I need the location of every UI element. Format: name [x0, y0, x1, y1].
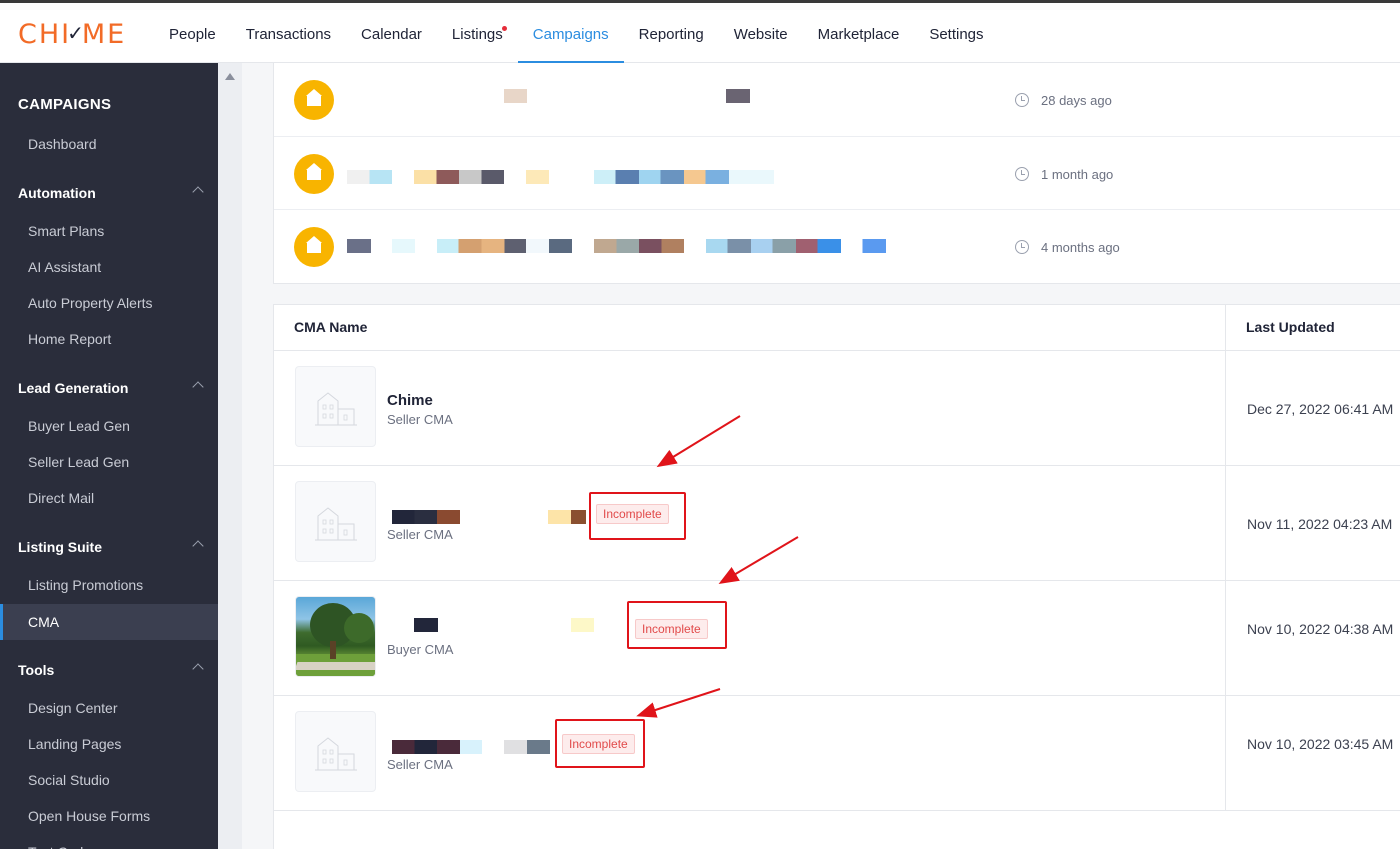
annotation-arrow — [656, 415, 741, 468]
annotation-arrow — [636, 688, 721, 718]
annotation-arrow — [718, 536, 799, 585]
annotation-arrows — [636, 415, 799, 718]
